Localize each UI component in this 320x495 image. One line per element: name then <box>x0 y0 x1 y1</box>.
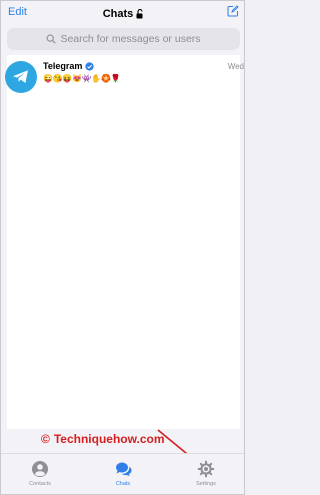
contacts-icon <box>32 461 48 477</box>
edit-button[interactable]: Edit <box>8 6 27 18</box>
copyright-symbol: © <box>41 432 50 446</box>
tab-contacts[interactable]: Contacts <box>15 460 65 487</box>
settings-icon <box>197 460 215 478</box>
avatar <box>5 61 37 93</box>
telegram-logo-icon <box>13 70 28 83</box>
chat-name-group: Telegram <box>43 61 94 71</box>
chat-preview: 😜😘😝😻👾✋🏵️🌹 <box>43 74 121 83</box>
page-title: Chats <box>102 7 134 20</box>
tab-bar: Contacts Chats Settings <box>1 453 244 494</box>
compose-icon[interactable] <box>227 5 239 17</box>
chat-name: Telegram <box>43 61 83 71</box>
tab-settings-label: Settings <box>196 481 216 487</box>
tab-contacts-label: Contacts <box>29 481 51 487</box>
chat-list: Telegram Wed 😜😘😝😻👾✋🏵️🌹 <box>5 55 244 429</box>
tab-settings[interactable]: Settings <box>181 460 231 487</box>
chat-row-telegram[interactable]: Telegram Wed 😜😘😝😻👾✋🏵️🌹 <box>5 58 244 98</box>
title-group: Chats <box>103 8 145 20</box>
unlock-icon[interactable] <box>136 8 144 19</box>
nav-header: Edit Chats <box>1 1 244 25</box>
search-input[interactable]: Search for messages or users <box>7 28 240 50</box>
app-frame: Edit Chats Search for messages or users <box>0 0 245 495</box>
chats-icon <box>116 462 132 477</box>
watermark: © Techniquehow.com <box>41 432 165 446</box>
search-placeholder: Search for messages or users <box>60 33 201 45</box>
verified-badge-icon <box>85 61 94 71</box>
tab-chats[interactable]: Chats <box>98 460 148 487</box>
chat-time: Wed <box>227 62 244 71</box>
tab-chats-label: Chats <box>115 481 131 487</box>
watermark-text: Techniquehow.com <box>53 432 165 446</box>
search-icon <box>47 34 57 44</box>
